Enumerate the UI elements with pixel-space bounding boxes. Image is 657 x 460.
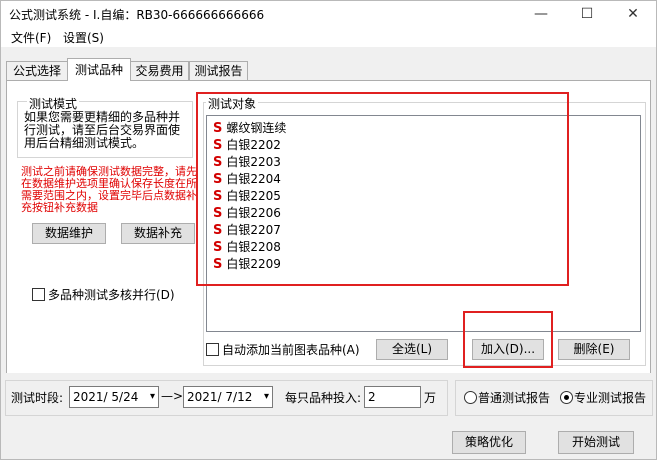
normal-report-radio[interactable] (464, 391, 477, 404)
auto-add-label: 自动添加当前图表品种(A) (222, 343, 360, 357)
highlight-add-button (463, 311, 553, 368)
tab-test-report[interactable]: 测试报告 (189, 61, 248, 80)
investment-unit: 万 (424, 391, 437, 405)
test-mode-description: 如果您需要更精细的多品种并行测试，请至后台交易界面使用后台精细测试模式。 (24, 110, 181, 150)
chevron-down-icon[interactable]: ▾ (150, 387, 155, 407)
data-supplement-button[interactable]: 数据补充 (121, 223, 195, 244)
select-all-button[interactable]: 全选(L) (376, 339, 448, 360)
tab-panel-test-instruments: 测试模式 如果您需要更精细的多品种并行测试，请至后台交易界面使用后台精细测试模式… (6, 80, 651, 374)
multicore-label: 多品种测试多核并行(D) (48, 288, 175, 302)
title-bar: 公式测试系统 - I.自编：RB30-666666666666 — ☐ ✕ (1, 1, 656, 27)
tab-formula-select[interactable]: 公式选择 (6, 61, 68, 80)
multicore-checkbox[interactable] (32, 288, 45, 301)
tab-trading-fees[interactable]: 交易费用 (130, 61, 189, 80)
main-window: 公式测试系统 - I.自编：RB30-666666666666 — ☐ ✕ 文件… (0, 0, 657, 460)
bottom-controls: 测试时段: 2021/ 5/24 ▾ —> 2021/ 7/12 ▾ 每只品种投… (1, 373, 656, 459)
menu-bar: 文件(F) 设置(S) (1, 27, 656, 47)
menu-file[interactable]: 文件(F) (11, 29, 51, 46)
data-maintain-button[interactable]: 数据维护 (32, 223, 106, 244)
period-label: 测试时段: (11, 391, 64, 405)
tab-strip: 公式选择 测试品种 交易费用 测试报告 (1, 57, 656, 81)
close-icon[interactable]: ✕ (610, 1, 656, 27)
investment-label: 每只品种投入: (285, 391, 362, 405)
investment-input[interactable]: 2 (364, 386, 421, 408)
period-arrow: —> (161, 389, 184, 403)
chevron-down-icon[interactable]: ▾ (264, 387, 269, 407)
delete-button[interactable]: 删除(E) (558, 339, 630, 360)
investment-value: 2 (368, 390, 376, 404)
tab-test-instruments[interactable]: 测试品种 (67, 58, 131, 81)
normal-report-label: 普通测试报告 (478, 391, 551, 405)
start-date-value: 2021/ 5/24 (73, 390, 139, 404)
minimize-icon[interactable]: — (518, 1, 564, 27)
auto-add-checkbox[interactable] (206, 343, 219, 356)
end-date-value: 2021/ 7/12 (187, 390, 253, 404)
window-title: 公式测试系统 - I.自编：RB30-666666666666 (9, 8, 265, 22)
data-warning-text: 测试之前请确保测试数据完整，请先在数据维护选项里确认保存长度在所需要范围之内，设… (21, 165, 197, 214)
start-date-picker[interactable]: 2021/ 5/24 ▾ (69, 386, 159, 408)
pro-report-label: 专业测试报告 (574, 391, 647, 405)
highlight-test-objects (196, 92, 569, 286)
maximize-icon[interactable]: ☐ (564, 1, 610, 27)
menu-settings[interactable]: 设置(S) (63, 29, 104, 46)
optimize-button[interactable]: 策略优化 (452, 431, 526, 454)
pro-report-radio[interactable] (560, 391, 573, 404)
end-date-picker[interactable]: 2021/ 7/12 ▾ (183, 386, 273, 408)
start-test-button[interactable]: 开始测试 (558, 431, 634, 454)
